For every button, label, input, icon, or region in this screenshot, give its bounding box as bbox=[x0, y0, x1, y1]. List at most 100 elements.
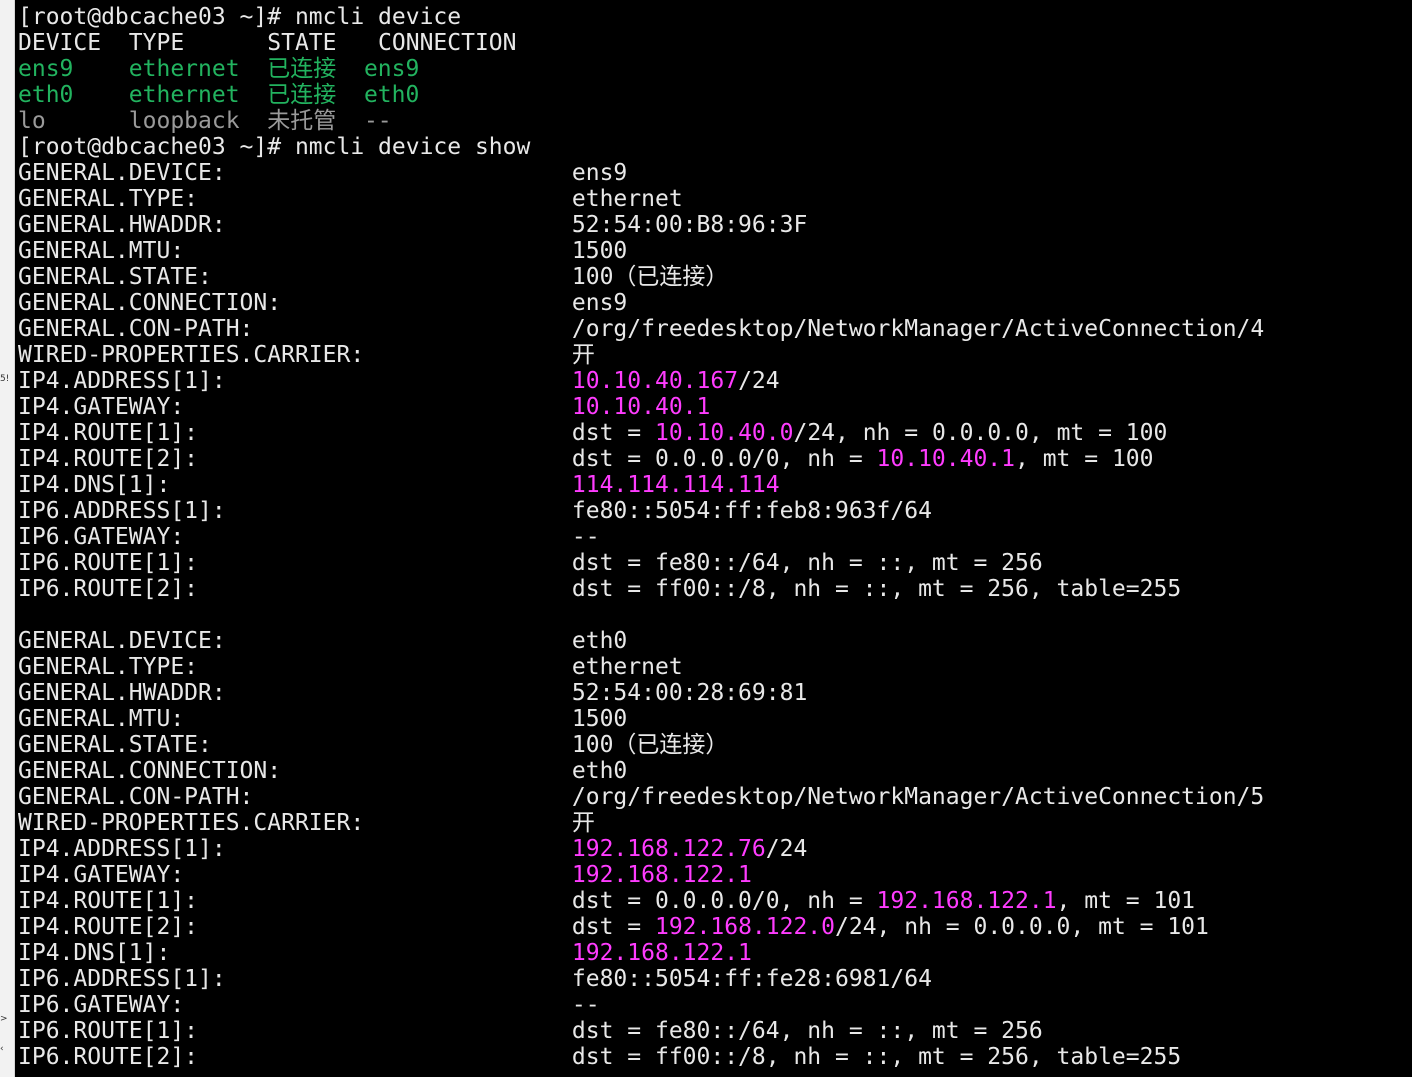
terminal-text: GENERAL.MTU: 1500 bbox=[18, 238, 628, 264]
terminal-line: GENERAL.DEVICE: ens9 bbox=[18, 160, 627, 186]
highlighted-ip-text: 192.168.122.0 bbox=[654, 914, 835, 940]
highlighted-ip-text: 192.168.122.1 bbox=[571, 940, 752, 966]
terminal-output[interactable]: [root@dbcache03 ~]# nmcli device DEVICE T… bbox=[15, 0, 1412, 1077]
terminal-line: [root@dbcache03 ~]# nmcli device show bbox=[18, 134, 530, 160]
terminal-text: GENERAL.CONNECTION: eth0 bbox=[18, 758, 628, 784]
terminal-text: [root@dbcache03 ~]# nmcli device bbox=[18, 4, 462, 30]
terminal-text: /24, nh = 0.0.0.0, mt = 100 bbox=[793, 420, 1168, 446]
terminal-line: GENERAL.MTU: 1500 bbox=[18, 238, 627, 264]
terminal-text: IP6.GATEWAY: -- bbox=[18, 992, 600, 1018]
terminal-text: IP6.ROUTE[2]: dst = ff00::/8, nh = ::, m… bbox=[18, 576, 1182, 602]
terminal-text: GENERAL.DEVICE: ens9 bbox=[18, 160, 628, 186]
terminal-text: IP6.ADDRESS[1]: fe80::5054:ff:feb8:963f/… bbox=[18, 498, 932, 524]
terminal-line: IP6.GATEWAY: -- bbox=[18, 524, 600, 550]
terminal-text: /24 bbox=[765, 836, 808, 862]
highlighted-ip-text: 192.168.122.1 bbox=[876, 888, 1057, 914]
terminal-line: IP6.ROUTE[2]: dst = ff00::/8, nh = ::, m… bbox=[18, 576, 1181, 602]
side-panel-arrow-icon[interactable]: > bbox=[0, 1015, 8, 1024]
highlighted-ip-text: 114.114.114.114 bbox=[571, 472, 780, 498]
terminal-text: WIRED-PROPERTIES.CARRIER: 开 bbox=[18, 342, 595, 368]
terminal-line: IP4.DNS[1]: 192.168.122.1 bbox=[18, 940, 752, 966]
terminal-text: , mt = 100 bbox=[1015, 446, 1154, 472]
terminal-line: IP4.DNS[1]: 114.114.114.114 bbox=[18, 472, 780, 498]
terminal-line: GENERAL.HWADDR: 52:54:00:B8:96:3F bbox=[18, 212, 807, 238]
terminal-line: DEVICE TYPE STATE CONNECTION bbox=[18, 30, 517, 56]
terminal-line: GENERAL.CONNECTION: ens9 bbox=[18, 290, 627, 316]
terminal-line: [root@dbcache03 ~]# nmcli device bbox=[18, 4, 461, 30]
terminal-text: IP6.ADDRESS[1]: fe80::5054:ff:fe28:6981/… bbox=[18, 966, 932, 992]
terminal-text: IP4.DNS[1]: bbox=[18, 472, 572, 498]
terminal-line: IP4.ADDRESS[1]: 10.10.40.167/24 bbox=[18, 368, 780, 394]
terminal-scrollbar[interactable] bbox=[1404, 0, 1412, 1077]
terminal-text: IP4.DNS[1]: bbox=[18, 940, 572, 966]
terminal-text: eth0 ethernet 已连接 eth0 bbox=[18, 82, 420, 108]
terminal-text: GENERAL.HWADDR: 52:54:00:28:69:81 bbox=[18, 680, 808, 706]
terminal-text: IP6.ROUTE[1]: dst = fe80::/64, nh = ::, … bbox=[18, 550, 1043, 576]
terminal-text: IP4.ROUTE[1]: dst = bbox=[18, 420, 655, 446]
side-panel-mark: 5! bbox=[0, 374, 10, 384]
terminal-line: WIRED-PROPERTIES.CARRIER: 开 bbox=[18, 342, 595, 368]
left-side-panel: 5! > ‹ bbox=[0, 0, 15, 1077]
terminal-text: IP4.ADDRESS[1]: bbox=[18, 836, 572, 862]
terminal-text: GENERAL.CON-PATH: /org/freedesktop/Netwo… bbox=[18, 784, 1265, 810]
terminal-line: IP6.ADDRESS[1]: fe80::5054:ff:feb8:963f/… bbox=[18, 498, 932, 524]
terminal-line: GENERAL.STATE: 100（已连接） bbox=[18, 732, 728, 758]
terminal-line: IP6.ADDRESS[1]: fe80::5054:ff:fe28:6981/… bbox=[18, 966, 932, 992]
terminal-text: ens9 ethernet 已连接 ens9 bbox=[18, 56, 420, 82]
terminal-text: , mt = 101 bbox=[1056, 888, 1196, 914]
terminal-text: /24, nh = 0.0.0.0, mt = 101 bbox=[835, 914, 1209, 940]
terminal-line: GENERAL.CON-PATH: /org/freedesktop/Netwo… bbox=[18, 784, 1264, 810]
terminal-text: GENERAL.STATE: 100（已连接） bbox=[18, 264, 729, 290]
terminal-text: IP6.GATEWAY: -- bbox=[18, 524, 600, 550]
terminal-line: GENERAL.CON-PATH: /org/freedesktop/Netwo… bbox=[18, 316, 1264, 342]
terminal-text: /24 bbox=[738, 368, 780, 394]
highlighted-ip-text: 10.10.40.0 bbox=[654, 420, 794, 446]
highlighted-ip-text: 10.10.40.167 bbox=[571, 368, 739, 394]
terminal-line: GENERAL.TYPE: ethernet bbox=[18, 186, 683, 212]
terminal-text: GENERAL.TYPE: ethernet bbox=[18, 186, 683, 212]
terminal-line: IP6.ROUTE[2]: dst = ff00::/8, nh = ::, m… bbox=[18, 1044, 1181, 1070]
highlighted-ip-text: 10.10.40.1 bbox=[571, 394, 711, 420]
terminal-line: IP4.ROUTE[2]: dst = 192.168.122.0/24, nh… bbox=[18, 914, 1209, 940]
terminal-text: IP4.ADDRESS[1]: bbox=[18, 368, 572, 394]
terminal-line: IP4.GATEWAY: 192.168.122.1 bbox=[18, 862, 752, 888]
terminal-line: IP4.GATEWAY: 10.10.40.1 bbox=[18, 394, 710, 420]
terminal-line: IP6.ROUTE[1]: dst = fe80::/64, nh = ::, … bbox=[18, 550, 1043, 576]
terminal-line: GENERAL.DEVICE: eth0 bbox=[18, 628, 627, 654]
terminal-text: GENERAL.CONNECTION: ens9 bbox=[18, 290, 628, 316]
side-panel-chevron-icon[interactable]: ‹ bbox=[0, 1045, 4, 1054]
terminal-text: IP4.GATEWAY: bbox=[18, 862, 572, 888]
highlighted-ip-text: 192.168.122.1 bbox=[571, 862, 752, 888]
terminal-text: IP6.ROUTE[2]: dst = ff00::/8, nh = ::, m… bbox=[18, 1044, 1182, 1070]
terminal-line: eth0 ethernet 已连接 eth0 bbox=[18, 82, 419, 108]
terminal-text: IP6.ROUTE[1]: dst = fe80::/64, nh = ::, … bbox=[18, 1018, 1043, 1044]
terminal-line: IP4.ROUTE[1]: dst = 10.10.40.0/24, nh = … bbox=[18, 420, 1167, 446]
terminal-text: IP4.ROUTE[2]: dst = bbox=[18, 914, 655, 940]
terminal-line: IP6.ROUTE[1]: dst = fe80::/64, nh = ::, … bbox=[18, 1018, 1043, 1044]
terminal-text: GENERAL.STATE: 100（已连接） bbox=[18, 732, 729, 758]
terminal-text: IP4.ROUTE[1]: dst = 0.0.0.0/0, nh = bbox=[18, 888, 877, 914]
terminal-line: IP6.GATEWAY: -- bbox=[18, 992, 600, 1018]
terminal-text: GENERAL.TYPE: ethernet bbox=[18, 654, 683, 680]
terminal-line: IP4.ADDRESS[1]: 192.168.122.76/24 bbox=[18, 836, 807, 862]
terminal-line: IP4.ROUTE[2]: dst = 0.0.0.0/0, nh = 10.1… bbox=[18, 446, 1154, 472]
terminal-line: IP4.ROUTE[1]: dst = 0.0.0.0/0, nh = 192.… bbox=[18, 888, 1195, 914]
terminal-text: lo loopback 未托管 -- bbox=[18, 108, 392, 134]
terminal-line: GENERAL.MTU: 1500 bbox=[18, 706, 627, 732]
terminal-line: WIRED-PROPERTIES.CARRIER: 开 bbox=[18, 810, 595, 836]
highlighted-ip-text: 192.168.122.76 bbox=[571, 836, 766, 862]
terminal-line: lo loopback 未托管 -- bbox=[18, 108, 392, 134]
terminal-line: GENERAL.HWADDR: 52:54:00:28:69:81 bbox=[18, 680, 807, 706]
terminal-text: GENERAL.HWADDR: 52:54:00:B8:96:3F bbox=[18, 212, 808, 238]
terminal-line: GENERAL.TYPE: ethernet bbox=[18, 654, 683, 680]
terminal-text: GENERAL.MTU: 1500 bbox=[18, 706, 628, 732]
highlighted-ip-text: 10.10.40.1 bbox=[876, 446, 1016, 472]
terminal-line: GENERAL.CONNECTION: eth0 bbox=[18, 758, 627, 784]
terminal-text: GENERAL.CON-PATH: /org/freedesktop/Netwo… bbox=[18, 316, 1265, 342]
terminal-text: [root@dbcache03 ~]# nmcli device show bbox=[18, 134, 531, 160]
terminal-text: GENERAL.DEVICE: eth0 bbox=[18, 628, 628, 654]
terminal-line: GENERAL.STATE: 100（已连接） bbox=[18, 264, 728, 290]
terminal-line: ens9 ethernet 已连接 ens9 bbox=[18, 56, 419, 82]
terminal-text: WIRED-PROPERTIES.CARRIER: 开 bbox=[18, 810, 595, 836]
terminal-text: IP4.GATEWAY: bbox=[18, 394, 572, 420]
